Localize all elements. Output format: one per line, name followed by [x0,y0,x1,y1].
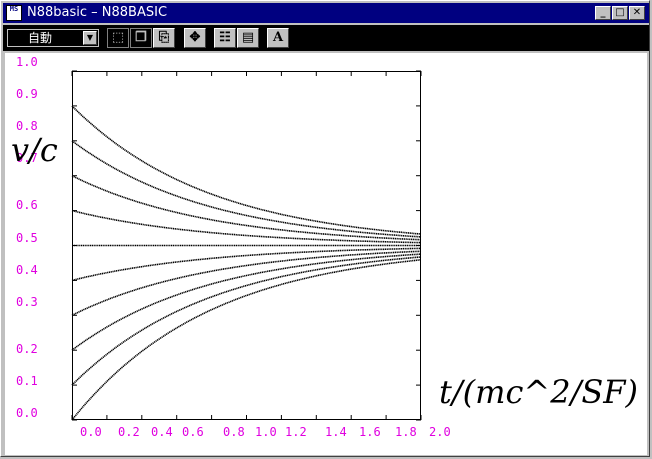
window-icon: ▤ [241,30,255,45]
fit-icon: ✥ [189,30,201,45]
minimize-button[interactable]: _ [595,6,611,20]
app-icon: MS [6,5,22,21]
font-icon: A [272,30,284,45]
close-button[interactable]: ✕ [629,6,645,20]
toolbar: 自動 ▼ ⬚ ❐ ⎘ ✥ ☷ ▤ A [3,25,649,51]
select-button[interactable]: ⬚ [107,28,129,48]
series-line-3 [71,250,422,317]
copy-button[interactable]: ❐ [130,28,152,48]
mode-select[interactable]: 自動 ▼ [7,29,99,47]
properties-icon: ☷ [219,30,231,45]
font-button[interactable]: A [267,28,289,48]
window-title: N88basic – N88BASIC [27,5,168,20]
title-bar[interactable]: MS N88basic – N88BASIC _ □ ✕ [3,3,649,23]
window-button[interactable]: ▤ [237,28,259,48]
graphics-canvas[interactable]: 1.0 0.9 0.8 0.7 0.6 0.5 0.4 0.3 0.2 0.1 0.0 0.0 0.2… [5,53,647,455]
paste-icon: ⎘ [158,30,170,45]
paste-button[interactable]: ⎘ [153,28,175,48]
series-line-8 [71,140,422,238]
mode-select-value: 自動 [28,31,53,45]
properties-button[interactable]: ☷ [214,28,236,48]
series-line-0 [71,259,422,421]
series-line-7 [71,174,422,241]
maximize-button[interactable]: □ [612,6,628,20]
app-window: MS N88basic – N88BASIC _ □ ✕ 自動 ▼ ⬚ ❐ ⎘ … [0,0,650,457]
series-line-2 [71,253,422,351]
fit-button[interactable]: ✥ [184,28,206,48]
plot-svg [71,70,422,421]
chevron-down-icon[interactable]: ▼ [83,31,97,45]
select-icon: ⬚ [111,30,125,45]
copy-icon: ❐ [135,30,147,45]
